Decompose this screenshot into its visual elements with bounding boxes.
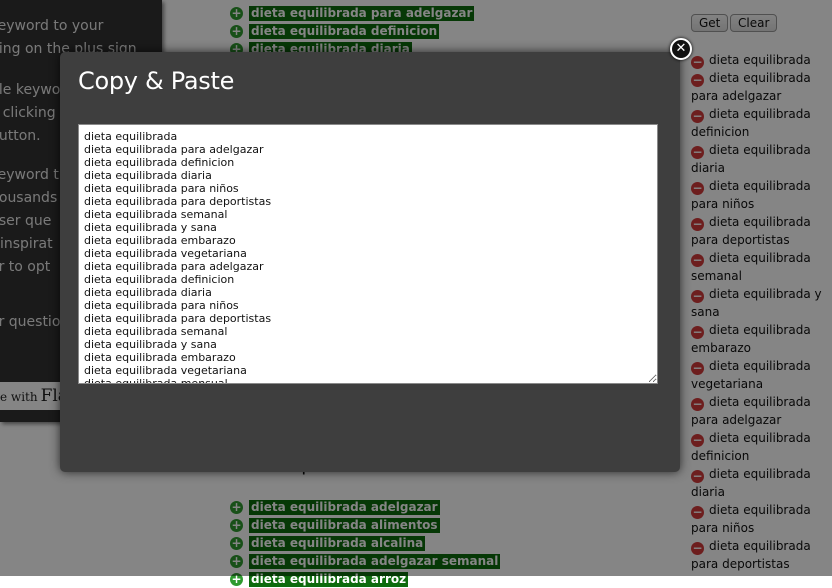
close-icon[interactable]: ✕ [670, 38, 692, 60]
modal-title: Copy & Paste [78, 67, 235, 95]
copy-paste-textarea[interactable] [78, 124, 658, 384]
copy-paste-modal: Copy & Paste [60, 52, 680, 472]
